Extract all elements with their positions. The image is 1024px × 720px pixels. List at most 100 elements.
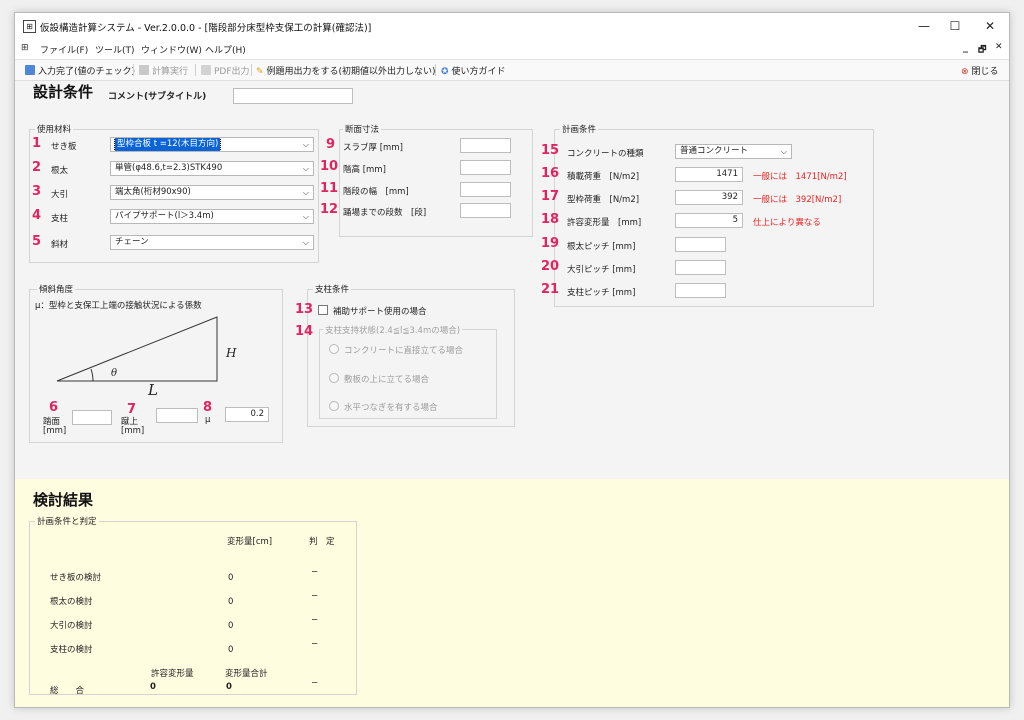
close-circle-icon: ⊗ <box>961 67 969 77</box>
stair-width-input[interactable] <box>460 182 511 197</box>
floor-height-input[interactable] <box>460 160 511 175</box>
marker-2: 2 <box>32 160 42 175</box>
mu-label: μ <box>205 415 211 425</box>
allow-deform-note: 仕上により異なる <box>753 218 821 228</box>
obiki-select[interactable]: 端太角(桁材90x90) ⌵ <box>110 185 314 200</box>
design-heading: 設計条件 <box>33 83 94 101</box>
slab-thickness-input[interactable] <box>460 138 511 153</box>
child-minimize-button[interactable]: _ <box>963 42 968 53</box>
live-load-input[interactable]: 1471 <box>675 167 743 182</box>
marker-19: 19 <box>541 236 560 251</box>
pdf-output-button[interactable]: PDF出力 <box>201 64 250 77</box>
radio-circle <box>329 373 339 383</box>
marker-16: 16 <box>541 166 560 181</box>
form-load-input[interactable]: 392 <box>675 190 743 205</box>
calculator-icon <box>139 65 149 75</box>
live-load-label: 積載荷重 [N/m2] <box>567 172 640 182</box>
slope-group-title: 傾斜角度 <box>37 283 76 295</box>
marker-8: 8 <box>203 400 213 415</box>
child-restore-button[interactable]: 🗗 <box>978 42 986 58</box>
calc-run-button[interactable]: 計算実行 <box>139 64 188 77</box>
allow-deform-total-label: 許容変形量 <box>151 669 194 679</box>
pdf-icon <box>201 65 211 75</box>
tread-input[interactable] <box>72 410 112 425</box>
toolbar-separator <box>251 64 252 76</box>
toolbar-separator <box>195 64 196 76</box>
marker-5: 5 <box>32 234 42 249</box>
menu-help[interactable]: ヘルプ(H) <box>205 43 246 56</box>
shazai-label: 斜材 <box>51 240 69 250</box>
stair-width-label: 階段の幅 [mm] <box>343 187 409 197</box>
riser-input[interactable] <box>156 408 198 423</box>
menu-file[interactable]: ファイル(F) <box>40 43 88 56</box>
aux-support-checkbox[interactable]: 補助サポート使用の場合 <box>318 305 427 317</box>
marker-15: 15 <box>541 143 560 158</box>
neda-pitch-input[interactable] <box>675 237 726 252</box>
input-done-button[interactable]: 入力完了(値のチェック) <box>25 64 135 77</box>
radio-on-plank[interactable]: 敷板の上に立てる場合 <box>329 373 429 385</box>
marker-9: 9 <box>326 137 336 152</box>
judge-column-header: 判 定 <box>309 537 335 547</box>
marker-12: 12 <box>320 202 339 217</box>
sekiita-select[interactable]: 型枠合板 t =12(木目方向) ⌵ <box>110 137 314 152</box>
shichu-select[interactable]: パイプサポート(l＞3.4m) ⌵ <box>110 209 314 224</box>
usage-guide-button[interactable]: ✪ 使い方ガイド <box>441 64 506 77</box>
allow-deform-label: 許容変形量 [mm] <box>567 218 642 228</box>
child-close-button[interactable]: ✕ <box>995 42 1003 52</box>
results-heading: 検討結果 <box>33 491 94 509</box>
neda-select[interactable]: 単管(φ48.6,t=2.3)STK490 ⌵ <box>110 161 314 176</box>
shazai-select[interactable]: チェーン ⌵ <box>110 235 314 250</box>
obiki-pitch-input[interactable] <box>675 260 726 275</box>
chevron-down-icon: ⌵ <box>302 212 309 221</box>
result-row-judge: − <box>311 591 319 601</box>
concrete-type-select[interactable]: 普通コンクリート ⌵ <box>675 144 792 159</box>
radio-horizontal-tie[interactable]: 水平つなぎを有する場合 <box>329 401 438 413</box>
shichu-label: 支柱 <box>51 214 69 224</box>
menu-tools[interactable]: ツール(T) <box>95 43 135 56</box>
mu-input[interactable]: 0.2 <box>225 407 269 422</box>
mdi-child-icon: ⊞ <box>21 43 29 53</box>
chevron-down-icon: ⌵ <box>302 188 309 197</box>
result-row-label: 支柱の検討 <box>50 645 93 655</box>
obiki-pitch-label: 大引ピッチ [mm] <box>567 265 636 275</box>
minimize-button[interactable]: — <box>909 16 939 36</box>
radio-circle <box>329 344 339 354</box>
marker-20: 20 <box>541 259 560 274</box>
sekiita-label: せき板 <box>51 142 77 152</box>
close-window-button[interactable]: ✕ <box>975 16 1005 36</box>
slab-thickness-label: スラブ厚 [mm] <box>343 143 403 153</box>
result-row-label: 大引の検討 <box>50 621 93 631</box>
overall-judge: − <box>311 678 319 688</box>
example-output-button[interactable]: ✎ 例題用出力をする(初期値以外出力しない) <box>256 64 436 77</box>
app-icon: ⊞ <box>23 20 36 33</box>
marker-4: 4 <box>32 208 42 223</box>
support-group-title: 支柱条件 <box>313 283 352 295</box>
checkbox-box <box>318 305 328 315</box>
comment-input[interactable] <box>233 88 353 104</box>
l-symbol: L <box>148 381 158 399</box>
plan-group-title: 計画条件 <box>560 123 599 135</box>
marker-6: 6 <box>49 400 59 415</box>
results-group-title: 計画条件と判定 <box>35 515 99 527</box>
allow-deform-total-value: 0 <box>150 682 156 692</box>
title-bar: ⊞ 仮設構造計算システム - Ver.2.0.0.0 - [階段部分床型枠支保工… <box>15 13 1009 40</box>
steps-label: 踊場までの段数 [段] <box>343 208 427 218</box>
menu-window[interactable]: ウィンドウ(W) <box>141 43 202 56</box>
support-state-title: 支柱支持状態(2.4≦l≦3.4mの場合) <box>323 324 463 336</box>
allow-deform-input[interactable]: 5 <box>675 213 743 228</box>
steps-input[interactable] <box>460 203 511 218</box>
overall-label: 総 合 <box>50 686 85 696</box>
radio-direct-concrete[interactable]: コンクリートに直接立てる場合 <box>329 344 463 356</box>
obiki-label: 大引 <box>51 190 69 200</box>
maximize-button[interactable]: ☐ <box>940 16 970 36</box>
riser-unit: [mm] <box>121 426 145 436</box>
marker-1: 1 <box>32 136 42 151</box>
live-load-note: 一般には 1471[N/m2] <box>753 172 847 182</box>
materials-group-title: 使用材料 <box>35 123 74 135</box>
marker-13: 13 <box>295 302 314 317</box>
shichu-pitch-input[interactable] <box>675 283 726 298</box>
result-row-judge: − <box>311 639 319 649</box>
section-group-title: 断面寸法 <box>343 123 382 135</box>
result-row-value: 0 <box>228 645 234 655</box>
close-form-button[interactable]: ⊗ 閉じる <box>961 64 999 77</box>
